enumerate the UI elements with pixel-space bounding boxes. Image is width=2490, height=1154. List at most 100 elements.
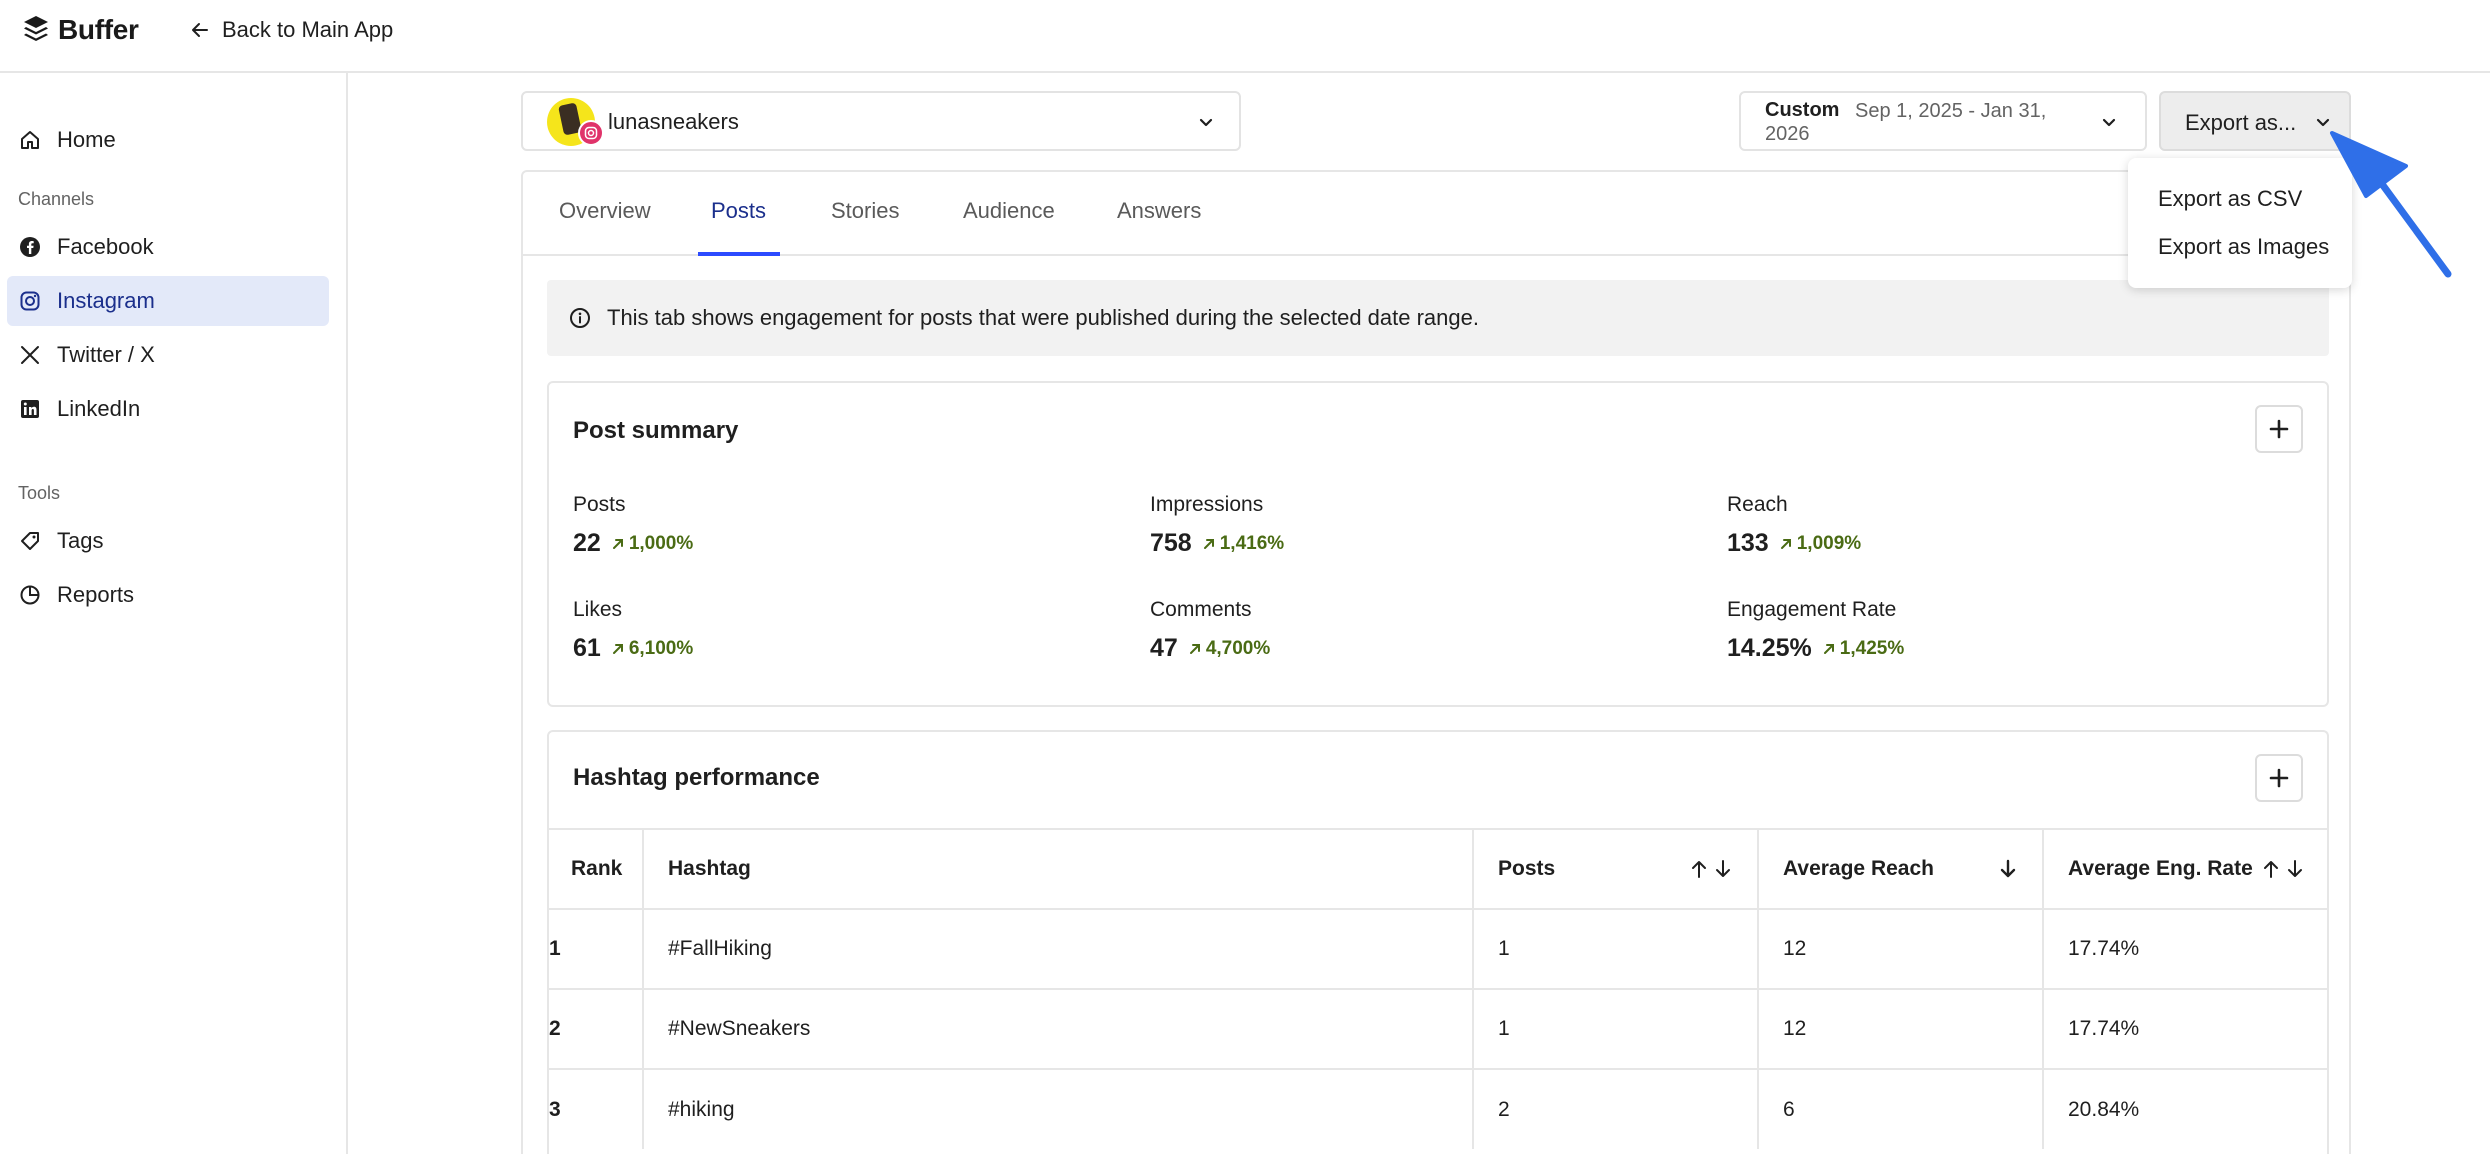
metric-change: 1,009% xyxy=(1779,533,1861,555)
metric-value: 758 xyxy=(1150,529,1192,557)
sidebar-item-twitter-x[interactable]: Twitter / X xyxy=(7,330,329,380)
chevron-down-icon xyxy=(1199,118,1213,127)
card-title: Hashtag performance xyxy=(573,764,820,791)
cell-average-eng-rate: 17.74% xyxy=(2042,988,2327,1069)
metric-label: Comments xyxy=(1150,598,1252,621)
table-row: 3 #hiking 2 6 20.84% xyxy=(549,1068,2327,1149)
cell-posts: 2 xyxy=(1472,1068,1758,1149)
account-name: lunasneakers xyxy=(608,109,739,134)
sort-toggle[interactable] xyxy=(1998,858,2018,880)
cell-average-eng-rate: 17.74% xyxy=(2042,908,2327,989)
metric-likes: Likes 61 6,100% xyxy=(573,598,693,663)
column-header-posts[interactable]: Posts xyxy=(1472,828,1758,909)
cell-average-reach: 6 xyxy=(1757,1068,2043,1149)
tab-audience[interactable]: Audience xyxy=(963,198,1055,224)
metric-value: 22 xyxy=(573,529,601,557)
sidebar-item-linkedin[interactable]: LinkedIn xyxy=(7,384,329,434)
cell-average-reach: 12 xyxy=(1757,908,2043,989)
cell-average-eng-rate: 20.84% xyxy=(2042,1068,2327,1149)
facebook-icon xyxy=(20,237,40,257)
cell-average-reach: 12 xyxy=(1757,988,2043,1069)
cell-rank: 1 xyxy=(549,908,643,989)
sidebar-item-label: Reports xyxy=(57,582,135,607)
info-notice: This tab shows engagement for posts that… xyxy=(547,280,2329,356)
arrow-down-icon xyxy=(2288,860,2302,877)
date-range-text-end: 2026 xyxy=(1765,123,1810,145)
back-label: Back to Main App xyxy=(222,17,394,42)
column-header-average-reach[interactable]: Average Reach xyxy=(1757,828,2043,909)
account-selector[interactable]: lunasneakers xyxy=(521,91,1241,151)
analytics-panel: Overview Posts Stories Audience Answers … xyxy=(521,170,2351,1154)
metric-label: Posts xyxy=(573,493,626,516)
add-to-report-button[interactable] xyxy=(2255,405,2303,453)
sidebar-item-label: Instagram xyxy=(57,288,155,313)
metric-label: Likes xyxy=(573,598,623,621)
x-icon xyxy=(21,346,39,364)
sidebar-item-label: Facebook xyxy=(57,234,154,259)
home-icon xyxy=(21,131,39,149)
sidebar-item-label: LinkedIn xyxy=(57,396,141,421)
export-button-label: Export as... xyxy=(2185,110,2297,135)
column-header-rank: Rank xyxy=(549,828,643,909)
metric-value: 14.25% xyxy=(1727,634,1812,662)
metric-change: 6,100% xyxy=(611,638,693,660)
metric-posts: Posts 22 1,000% xyxy=(573,493,693,558)
column-header-average-eng-rate[interactable]: Average Eng. Rate xyxy=(2042,828,2327,909)
table-header-row: Rank Hashtag Posts Average Reach Average… xyxy=(549,828,2327,909)
buffer-logo[interactable]: Buffer xyxy=(22,14,139,46)
metric-value: 133 xyxy=(1727,529,1769,557)
sidebar-item-facebook[interactable]: Facebook xyxy=(7,222,329,272)
sidebar-item-tags[interactable]: Tags xyxy=(7,516,329,566)
cell-rank: 3 xyxy=(549,1068,643,1149)
sidebar-item-label: Twitter / X xyxy=(57,342,155,367)
top-bar: Buffer Back to Main App xyxy=(0,0,2490,73)
sort-toggle[interactable] xyxy=(1689,858,1733,880)
date-range-picker[interactable]: Custom Sep 1, 2025 - Jan 31, 2026 xyxy=(1739,91,2147,151)
arrow-up-right-icon xyxy=(612,539,623,549)
instagram-icon xyxy=(20,291,40,311)
active-tab-indicator xyxy=(698,252,780,256)
arrow-down-icon xyxy=(2000,859,2016,878)
arrow-up-icon xyxy=(1692,861,1706,878)
metric-change: 1,416% xyxy=(1202,533,1284,555)
sidebar-heading-channels: Channels xyxy=(18,189,95,209)
export-menu: Export as CSV Export as Images xyxy=(2128,158,2352,288)
tab-posts[interactable]: Posts xyxy=(711,198,766,224)
menu-item-export-images[interactable]: Export as Images xyxy=(2158,234,2329,260)
add-to-report-button[interactable] xyxy=(2255,754,2303,802)
plus-icon xyxy=(2269,419,2289,439)
arrow-up-right-icon xyxy=(1203,539,1214,549)
card-title: Post summary xyxy=(573,417,739,444)
sidebar-item-home[interactable]: Home xyxy=(7,115,329,165)
tab-answers[interactable]: Answers xyxy=(1117,198,1201,224)
arrow-left-icon xyxy=(192,23,208,37)
hashtag-performance-card: Hashtag performance Rank Hashtag Posts A… xyxy=(547,730,2329,1154)
sort-toggle[interactable] xyxy=(2261,858,2305,880)
tab-bar: Overview Posts Stories Audience Answers xyxy=(523,172,2349,256)
metric-label: Engagement Rate xyxy=(1727,598,1897,621)
sidebar: Home Channels Facebook Instagram Twitter… xyxy=(0,73,348,1154)
menu-item-export-csv[interactable]: Export as CSV xyxy=(2158,186,2302,212)
tab-stories[interactable]: Stories xyxy=(831,198,899,224)
chevron-down-icon xyxy=(2102,118,2116,127)
arrow-up-icon xyxy=(2264,861,2278,878)
pie-chart-icon xyxy=(20,585,40,605)
tag-icon xyxy=(21,532,39,550)
hashtag-table: Rank Hashtag Posts Average Reach Average… xyxy=(549,828,2327,1149)
cell-hashtag: #NewSneakers xyxy=(642,988,1473,1069)
sidebar-item-label: Home xyxy=(57,127,116,152)
metric-label: Reach xyxy=(1727,493,1788,516)
arrow-up-right-icon xyxy=(1780,539,1791,549)
cell-posts: 1 xyxy=(1472,908,1758,989)
metric-change: 1,000% xyxy=(611,533,693,555)
table-row: 1 #FallHiking 1 12 17.74% xyxy=(549,908,2327,989)
metric-label: Impressions xyxy=(1150,493,1264,516)
sidebar-item-reports[interactable]: Reports xyxy=(7,570,329,620)
tab-overview[interactable]: Overview xyxy=(559,198,651,224)
back-to-main-app-link[interactable]: Back to Main App xyxy=(190,17,393,43)
sidebar-item-instagram[interactable]: Instagram xyxy=(7,276,329,326)
arrow-down-icon xyxy=(1716,860,1730,877)
arrow-up-right-icon xyxy=(1189,644,1200,654)
brand-name: Buffer xyxy=(58,14,139,45)
table-row: 2 #NewSneakers 1 12 17.74% xyxy=(549,988,2327,1069)
